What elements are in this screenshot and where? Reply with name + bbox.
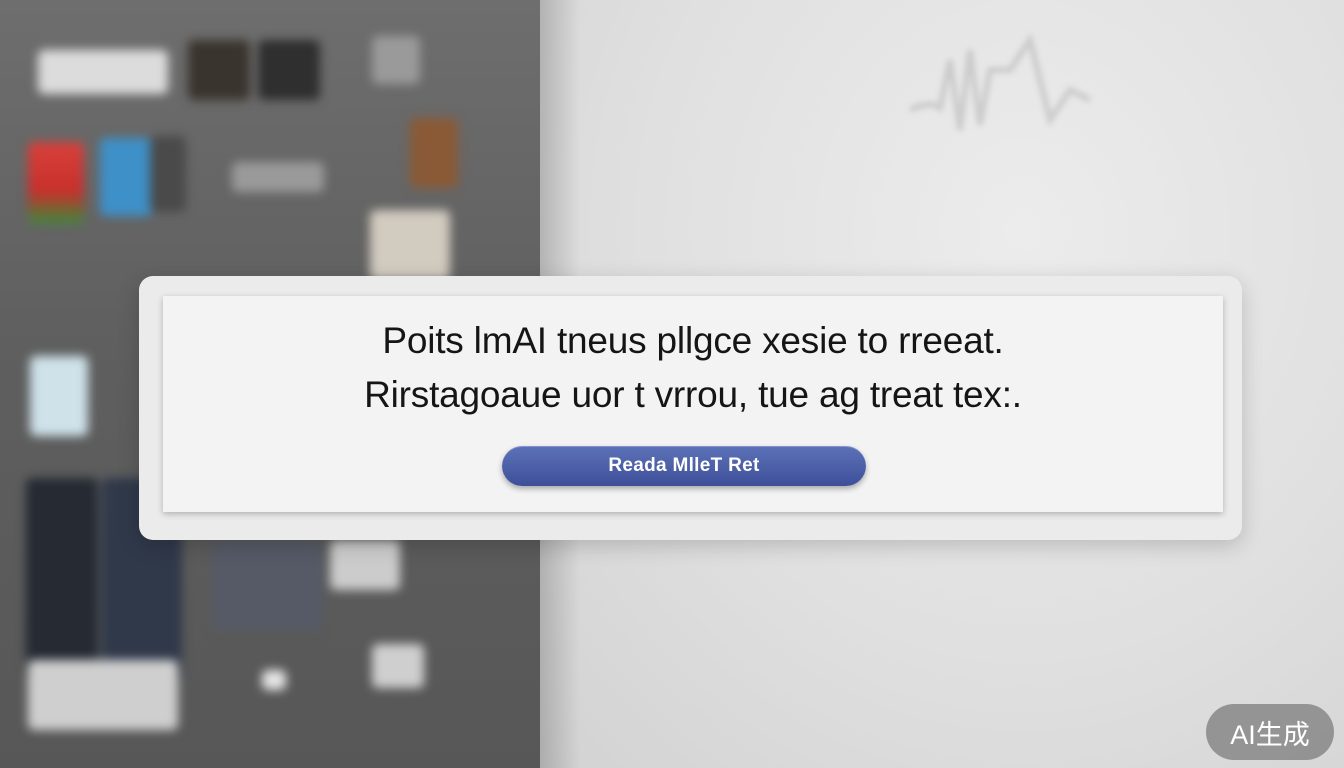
dialog-message-line-2: Rirstagoaue uor t vrrou, tue ag treat te… — [364, 374, 1022, 415]
blurred-thumbnail — [188, 40, 250, 100]
blurred-thumbnail — [370, 210, 450, 280]
blurred-app-icon — [150, 136, 186, 212]
ghost-waveform-icon — [910, 32, 1090, 131]
ai-generated-badge: AI生成 — [1206, 704, 1334, 760]
blurred-app-icon — [30, 356, 88, 436]
dialog-message-line-1: Poits lmAI tneus pllgce xesie to rreeat. — [382, 320, 1004, 361]
blurred-thumbnail — [26, 478, 98, 678]
blurred-icon — [262, 670, 286, 690]
dialog-frame: Poits lmAI tneus pllgce xesie to rreeat.… — [139, 276, 1242, 540]
dialog-action-button[interactable]: Reada MlleT Ret — [502, 446, 866, 486]
blurred-app-icon — [100, 138, 152, 216]
blurred-search-bar — [38, 50, 168, 94]
blurred-thumbnail — [372, 36, 420, 84]
dialog-message: Poits lmAI tneus pllgce xesie to rreeat.… — [163, 314, 1223, 422]
blurred-thumbnail — [212, 540, 322, 630]
blurred-thumbnail — [410, 118, 458, 188]
dialog-panel: Poits lmAI tneus pllgce xesie to rreeat.… — [163, 296, 1223, 512]
blurred-label — [28, 660, 178, 730]
blurred-label — [232, 162, 324, 192]
blurred-thumbnail — [330, 540, 400, 590]
blurred-icon — [372, 644, 424, 688]
blurred-thumbnail — [258, 40, 320, 100]
blurred-app-icon — [28, 142, 84, 224]
